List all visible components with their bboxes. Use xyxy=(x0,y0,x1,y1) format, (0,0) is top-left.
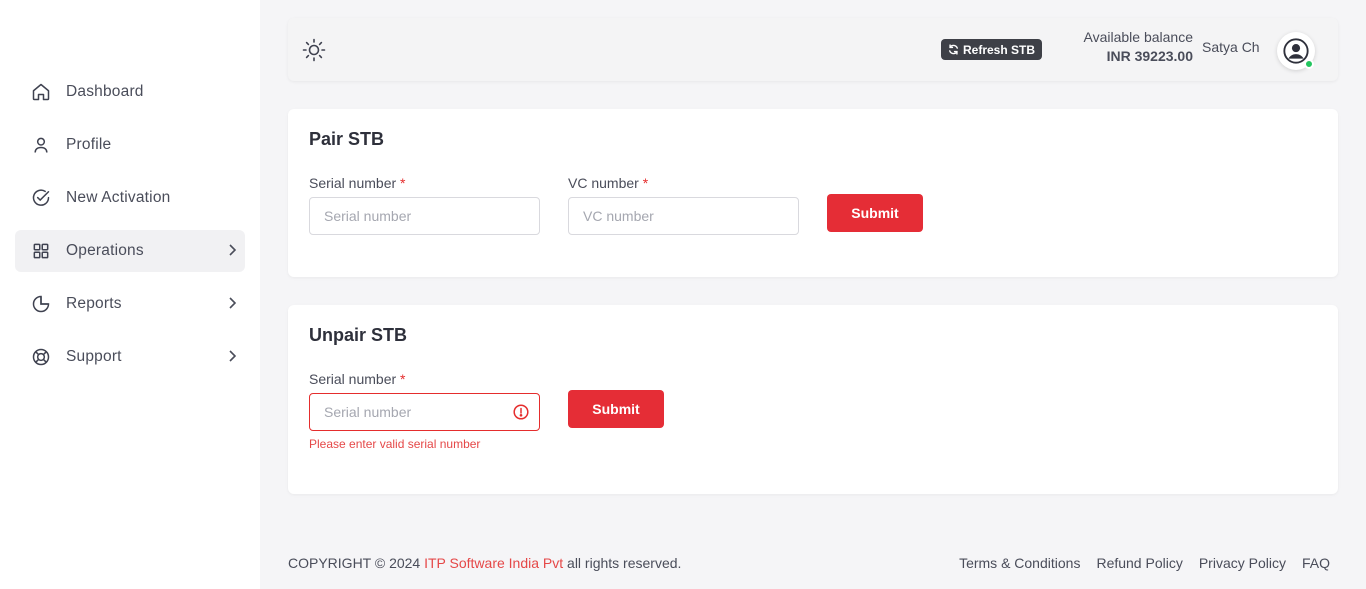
unpair-stb-title: Unpair STB xyxy=(309,325,408,345)
balance-value: INR 39223.00 xyxy=(1106,48,1193,64)
unpair-submit-button[interactable]: Submit xyxy=(568,390,664,428)
check-circle-icon xyxy=(30,187,52,209)
grid-icon xyxy=(30,240,52,262)
sidebar: Dashboard Profile New Activation Operati… xyxy=(0,0,260,589)
serial-number-label: Serial number * xyxy=(309,371,406,387)
pair-serial-number-input[interactable] xyxy=(309,197,540,235)
sidebar-item-label: Operations xyxy=(66,242,144,259)
available-balance: Available balance INR 39223.00 xyxy=(1084,28,1194,66)
sidebar-nav: Dashboard Profile New Activation Operati… xyxy=(15,71,245,389)
vc-number-input[interactable] xyxy=(568,197,799,235)
sidebar-item-operations[interactable]: Operations xyxy=(15,230,245,272)
unpair-serial-number-input[interactable] xyxy=(309,393,540,431)
pair-stb-title: Pair STB xyxy=(309,129,385,149)
user-icon xyxy=(30,134,52,156)
online-status-dot xyxy=(1304,59,1314,69)
refresh-stb-label: Refresh STB xyxy=(963,42,1036,57)
copyright-text: COPYRIGHT © 2024 ITP Software India Pvt … xyxy=(288,555,681,571)
required-mark: * xyxy=(642,175,649,191)
sidebar-item-dashboard[interactable]: Dashboard xyxy=(15,71,245,113)
sidebar-item-label: Profile xyxy=(66,136,112,153)
pie-chart-icon xyxy=(30,293,52,315)
serial-number-label: Serial number * xyxy=(309,175,406,191)
chevron-right-icon xyxy=(227,296,237,310)
privacy-policy-link[interactable]: Privacy Policy xyxy=(1199,555,1286,571)
serial-number-label-text: Serial number xyxy=(309,175,397,191)
copyright-suffix: all rights reserved. xyxy=(563,555,682,571)
required-mark: * xyxy=(400,371,406,387)
chevron-right-icon xyxy=(227,349,237,363)
sidebar-item-support[interactable]: Support xyxy=(15,336,245,378)
sidebar-item-label: Reports xyxy=(66,295,122,312)
top-bar: Refresh STB Available balance INR 39223.… xyxy=(288,18,1338,81)
serial-number-error: Please enter valid serial number xyxy=(309,437,481,451)
refresh-icon xyxy=(949,44,958,55)
serial-number-label-text: Serial number xyxy=(309,371,397,387)
chevron-right-icon xyxy=(227,243,237,257)
copyright-prefix: COPYRIGHT © 2024 xyxy=(288,555,425,571)
home-icon xyxy=(30,81,52,103)
refresh-stb-button[interactable]: Refresh STB xyxy=(941,39,1043,60)
sidebar-item-label: Support xyxy=(66,348,122,365)
pair-submit-button[interactable]: Submit xyxy=(827,194,923,232)
company-link[interactable]: ITP Software India Pvt xyxy=(424,555,563,571)
sun-icon[interactable] xyxy=(302,38,326,62)
sidebar-item-label: Dashboard xyxy=(66,83,144,100)
refund-policy-link[interactable]: Refund Policy xyxy=(1096,555,1182,571)
unpair-stb-card: Unpair STB Serial number * Please enter … xyxy=(288,305,1338,494)
error-icon xyxy=(513,404,529,420)
required-mark: * xyxy=(400,175,406,191)
avatar[interactable] xyxy=(1277,32,1315,70)
footer-links: Terms & Conditions Refund Policy Privacy… xyxy=(959,555,1330,571)
lifebuoy-icon xyxy=(30,346,52,368)
balance-label: Available balance xyxy=(1083,29,1194,45)
faq-link[interactable]: FAQ xyxy=(1302,555,1330,571)
user-name: Satya Ch xyxy=(1202,39,1260,55)
vc-number-label-text: VC number xyxy=(568,175,639,191)
pair-stb-card: Pair STB Serial number * VC number * Sub… xyxy=(288,109,1338,277)
sidebar-item-reports[interactable]: Reports xyxy=(15,283,245,325)
terms-link[interactable]: Terms & Conditions xyxy=(959,555,1080,571)
sidebar-item-profile[interactable]: Profile xyxy=(15,124,245,166)
sidebar-item-new-activation[interactable]: New Activation xyxy=(15,177,245,219)
sidebar-item-label: New Activation xyxy=(66,189,171,206)
vc-number-label: VC number * xyxy=(568,175,648,191)
